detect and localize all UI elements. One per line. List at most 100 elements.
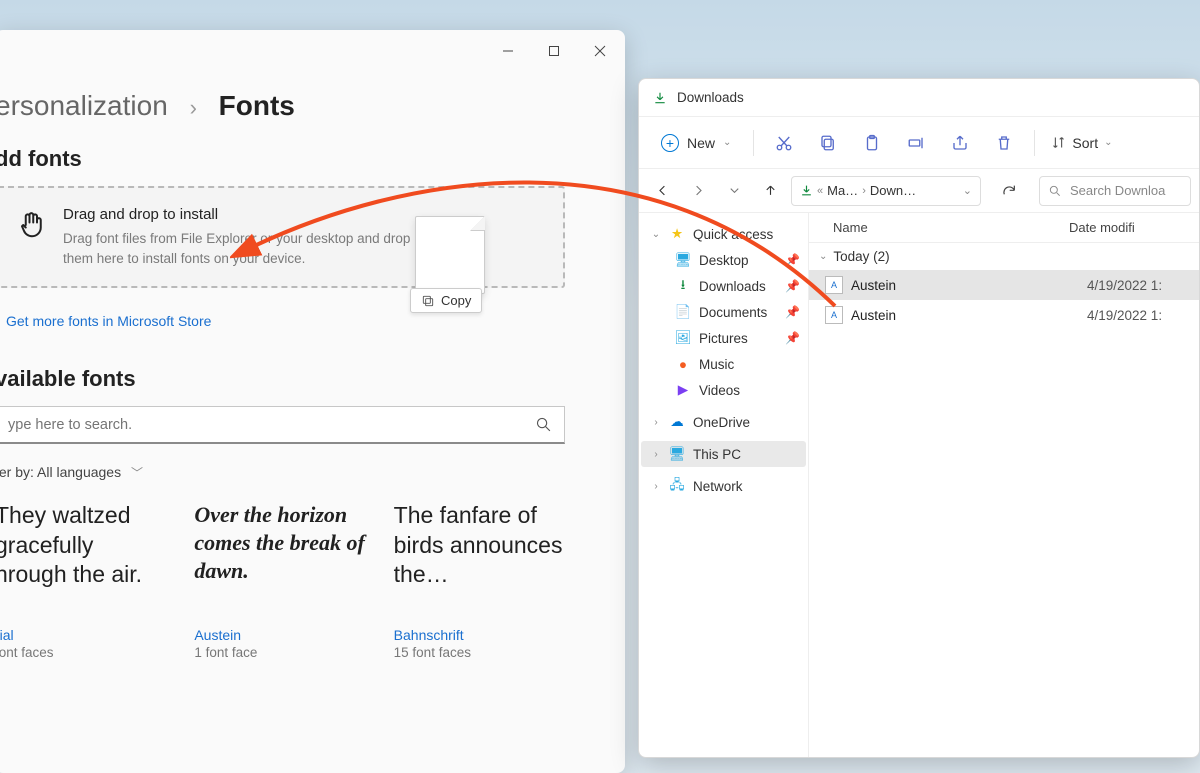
nav-documents[interactable]: 📄Documents📌 [641, 299, 806, 325]
settings-window: ersonalization › Fonts dd fonts Drag and… [0, 30, 625, 773]
explorer-window: Downloads + New ⌄ Sort ⌄ « Ma… › [638, 78, 1200, 758]
store-link[interactable]: Get more fonts in Microsoft Store [6, 313, 211, 329]
nav-thispc[interactable]: ›🖥This PC [641, 441, 806, 467]
file-date: 4/19/2022 1: [1087, 278, 1199, 293]
nav-downloads[interactable]: ⭳Downloads📌 [641, 273, 806, 299]
nav-forward-button[interactable] [683, 176, 713, 206]
search-placeholder: Search Downloa [1070, 183, 1165, 198]
refresh-button[interactable] [995, 177, 1023, 205]
explorer-titlebar[interactable]: Downloads [639, 79, 1199, 117]
minimize-button[interactable] [487, 35, 529, 67]
nav-desktop[interactable]: 🖥Desktop📌 [641, 247, 806, 273]
chevron-right-icon: › [862, 185, 866, 197]
rename-button[interactable] [896, 125, 936, 161]
search-icon [535, 416, 552, 433]
cut-button[interactable] [764, 125, 804, 161]
nav-onedrive[interactable]: ›☁OneDrive [641, 409, 806, 435]
delete-button[interactable] [984, 125, 1024, 161]
col-date[interactable]: Date modifi [1069, 220, 1199, 235]
pointer-cursor-icon [17, 210, 47, 240]
nav-network[interactable]: ›🖧Network [641, 473, 806, 499]
font-faces: 1 font face [194, 645, 365, 660]
store-link-row[interactable]: Get more fonts in Microsoft Store [0, 306, 595, 336]
path-seg[interactable]: Ma… [827, 183, 858, 198]
breadcrumb-parent[interactable]: ersonalization [0, 90, 168, 121]
column-headers[interactable]: Name Date modifi [809, 213, 1199, 243]
nav-label: Music [699, 357, 734, 372]
explorer-toolbar: + New ⌄ Sort ⌄ [639, 117, 1199, 169]
col-name[interactable]: Name [809, 220, 1069, 235]
path-seg[interactable]: Down… [870, 183, 916, 198]
nav-label: Pictures [699, 331, 748, 346]
font-file-icon: A [825, 306, 843, 324]
nav-pictures[interactable]: 🖼Pictures📌 [641, 325, 806, 351]
nav-label: Network [693, 479, 743, 494]
file-row[interactable]: A Austein 4/19/2022 1: [809, 270, 1199, 300]
nav-tree: ⌄★Quick access 🖥Desktop📌 ⭳Downloads📌 📄Do… [639, 213, 809, 757]
explorer-address-bar: « Ma… › Down… ⌄ Search Downloa [639, 169, 1199, 213]
nav-back-button[interactable] [647, 176, 677, 206]
font-faces: font faces [0, 645, 166, 660]
chevron-right-icon: › [190, 95, 197, 120]
chevron-down-icon[interactable]: ⌄ [963, 184, 972, 197]
plus-circle-icon: + [661, 134, 679, 152]
download-arrow-icon [800, 184, 813, 197]
nav-label: Videos [699, 383, 740, 398]
nav-up-button[interactable] [755, 176, 785, 206]
nav-music[interactable]: ●Music [641, 351, 806, 377]
maximize-button[interactable] [533, 35, 575, 67]
file-page-icon: Copy [415, 216, 485, 294]
group-label: Today (2) [833, 249, 889, 264]
font-name: Austein [194, 627, 365, 643]
font-search-field[interactable] [8, 417, 535, 433]
separator [1034, 130, 1035, 156]
download-arrow-icon [653, 91, 667, 105]
sort-label: Sort [1072, 135, 1098, 151]
address-pathbox[interactable]: « Ma… › Down… ⌄ [791, 176, 981, 206]
group-header-today[interactable]: ⌄ Today (2) [809, 243, 1199, 270]
chevron-down-icon: ﹀ [131, 466, 143, 480]
nav-label: Desktop [699, 253, 749, 268]
copy-badge-label: Copy [441, 293, 471, 308]
chevron-down-icon: ⌄ [723, 137, 731, 148]
separator [753, 130, 754, 156]
copy-badge: Copy [410, 288, 482, 313]
filter-label: ter by: [0, 464, 34, 480]
file-row[interactable]: A Austein 4/19/2022 1: [809, 300, 1199, 330]
explorer-search-input[interactable]: Search Downloa [1039, 176, 1191, 206]
nav-label: Quick access [693, 227, 773, 242]
breadcrumb: ersonalization › Fonts [0, 90, 595, 122]
close-button[interactable] [579, 35, 621, 67]
font-card-arial[interactable]: They waltzed gracefully hrough the air. … [0, 501, 166, 660]
copy-icon [421, 294, 435, 308]
font-search-input[interactable] [0, 406, 565, 444]
pin-icon: 📌 [785, 331, 800, 345]
explorer-title: Downloads [677, 90, 744, 105]
font-card-bahnschrift[interactable]: The fanfare of birds announces the… Bahn… [394, 501, 565, 660]
breadcrumb-current: Fonts [219, 90, 295, 121]
sort-button[interactable]: Sort ⌄ [1045, 129, 1118, 157]
share-button[interactable] [940, 125, 980, 161]
nav-label: Downloads [699, 279, 766, 294]
chevron-left-icon: « [817, 185, 823, 197]
nav-videos[interactable]: ▶Videos [641, 377, 806, 403]
font-name: rial [0, 627, 166, 643]
available-fonts-header: vailable fonts [0, 366, 595, 392]
nav-quick-access[interactable]: ⌄★Quick access [641, 221, 806, 247]
new-button[interactable]: + New ⌄ [649, 128, 743, 158]
font-sample: The fanfare of birds announces the… [394, 501, 565, 611]
new-label: New [687, 135, 715, 151]
nav-label: Documents [699, 305, 767, 320]
font-sample: Over the horizon comes the break of dawn… [194, 501, 365, 611]
font-card-austein[interactable]: Over the horizon comes the break of dawn… [194, 501, 365, 660]
nav-recent-button[interactable] [719, 176, 749, 206]
filter-value[interactable]: All languages [37, 464, 121, 480]
copy-button[interactable] [808, 125, 848, 161]
dropzone-description: Drag font files from File Explorer or yo… [63, 229, 443, 268]
filter-row[interactable]: ter by: All languages ﹀ [0, 462, 595, 501]
sort-icon [1051, 135, 1066, 150]
file-date: 4/19/2022 1: [1087, 308, 1199, 323]
pin-icon: 📌 [785, 279, 800, 293]
font-card-list: They waltzed gracefully hrough the air. … [0, 501, 595, 660]
paste-button[interactable] [852, 125, 892, 161]
